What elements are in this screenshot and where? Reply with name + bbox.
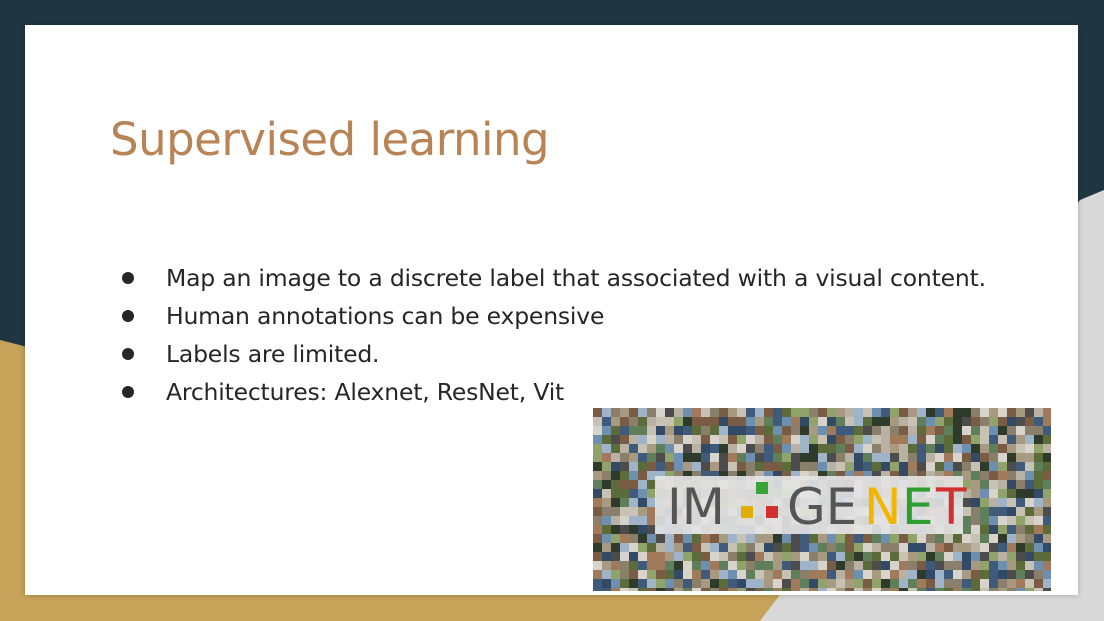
logo-square-green <box>756 482 768 494</box>
bullet-text: Labels are limited. <box>166 340 380 368</box>
logo-square-red <box>766 506 778 518</box>
logo-letters-ge: GE <box>787 478 857 536</box>
logo-square-yellow <box>741 506 753 518</box>
logo-letters-im: IM <box>667 478 725 536</box>
mosaic-tiles: IM GE N E T <box>593 408 1051 591</box>
logo-letter-n: N <box>864 478 901 536</box>
logo-letter-e: E <box>902 478 934 536</box>
slide-title: Supervised learning <box>110 113 550 166</box>
bullet-text: Map an image to a discrete label that as… <box>166 264 986 292</box>
imagenet-mosaic-image: IM GE N E T <box>593 408 1051 591</box>
bullet-dot-icon <box>122 386 134 398</box>
slide-canvas: Supervised learning Map an image to a di… <box>25 25 1078 595</box>
bullet-dot-icon <box>122 272 134 284</box>
bullet-dot-icon <box>122 310 134 322</box>
logo-letter-t: T <box>935 478 967 536</box>
bullet-dot-icon <box>122 348 134 360</box>
bullet-text: Human annotations can be expensive <box>166 302 605 330</box>
bullet-text: Architectures: Alexnet, ResNet, Vit <box>166 378 565 406</box>
